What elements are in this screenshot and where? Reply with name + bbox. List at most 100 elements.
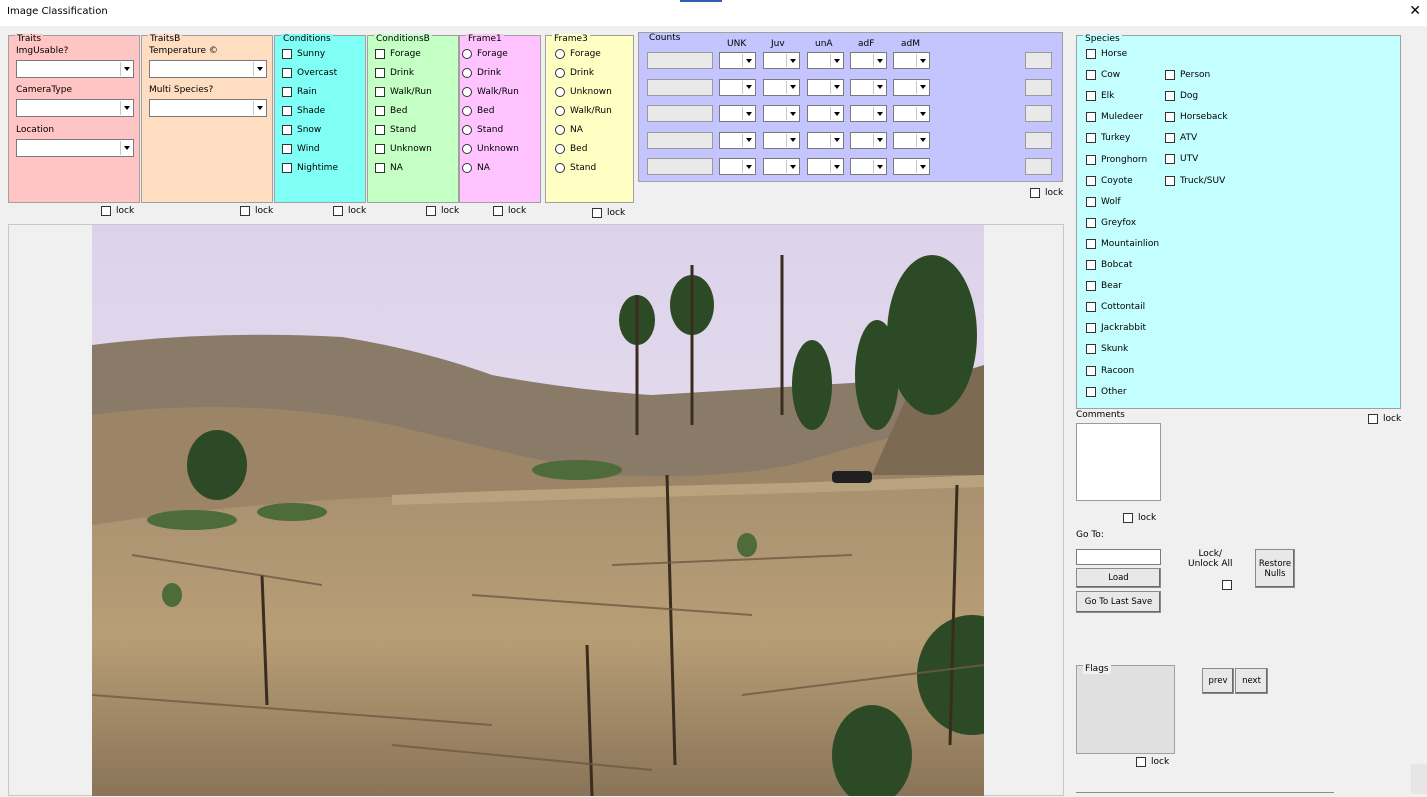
count-species-field[interactable] [647, 158, 713, 175]
radio-button[interactable] [462, 68, 472, 78]
count-species-field[interactable] [647, 52, 713, 69]
traitsb-lock[interactable]: lock [240, 206, 273, 216]
count-select[interactable] [850, 105, 887, 122]
checkbox[interactable] [1086, 302, 1096, 313]
count-select[interactable] [893, 131, 930, 149]
species-item[interactable]: Racoon [1086, 365, 1134, 376]
count-select[interactable] [763, 105, 800, 122]
checkbox[interactable] [1086, 112, 1096, 123]
checkbox[interactable] [101, 206, 111, 216]
species-item[interactable]: UTV [1165, 154, 1198, 165]
frame1-lock[interactable]: lock [493, 206, 526, 216]
count-select[interactable] [850, 131, 887, 149]
frame3-lock[interactable]: lock [592, 208, 625, 218]
frame1-item[interactable]: Stand [462, 125, 503, 135]
checkbox[interactable] [1086, 175, 1096, 186]
species-item[interactable]: Cottontail [1086, 302, 1145, 313]
checkbox[interactable] [1086, 133, 1096, 144]
count-select[interactable] [719, 105, 756, 122]
checkbox[interactable] [1086, 281, 1096, 292]
conditions-item[interactable]: Wind [282, 144, 320, 154]
species-item[interactable]: Bear [1086, 281, 1122, 292]
checkbox[interactable] [375, 125, 385, 135]
frame3-item[interactable]: Walk/Run [555, 106, 612, 116]
count-total-field[interactable] [1025, 78, 1052, 96]
radio-button[interactable] [555, 125, 565, 135]
species-item[interactable]: ATV [1165, 133, 1197, 144]
checkbox[interactable] [1086, 70, 1096, 81]
checkbox[interactable] [1086, 386, 1096, 397]
chevron-down-icon[interactable] [873, 107, 885, 120]
chevron-down-icon[interactable] [742, 107, 754, 120]
checkbox[interactable] [1086, 238, 1096, 249]
count-select[interactable] [763, 158, 800, 175]
checkbox[interactable] [592, 208, 602, 218]
frame3-item[interactable]: NA [555, 125, 583, 135]
count-select[interactable] [850, 78, 887, 96]
count-select[interactable] [763, 131, 800, 149]
frame3-item[interactable]: Unknown [555, 87, 612, 97]
count-select[interactable] [893, 52, 930, 69]
chevron-down-icon[interactable] [830, 54, 842, 67]
count-select[interactable] [763, 52, 800, 69]
checkbox[interactable] [1086, 260, 1096, 270]
checkbox[interactable] [1165, 112, 1175, 123]
species-item[interactable]: Elk [1086, 91, 1114, 102]
checkbox[interactable] [240, 206, 250, 216]
species-item[interactable]: Dog [1165, 91, 1198, 102]
radio-button[interactable] [555, 87, 565, 97]
checkbox[interactable] [1086, 196, 1096, 207]
chevron-down-icon[interactable] [742, 160, 754, 173]
frame3-item[interactable]: Drink [555, 68, 594, 78]
checkbox[interactable] [1136, 757, 1146, 767]
count-select[interactable] [807, 78, 844, 96]
counts-lock[interactable]: lock [1030, 188, 1063, 198]
chevron-down-icon[interactable] [830, 107, 842, 120]
temperature-select[interactable] [149, 60, 267, 78]
conditionsb-item[interactable]: Unknown [375, 144, 432, 154]
count-select[interactable] [807, 105, 844, 122]
count-select[interactable] [850, 158, 887, 175]
chevron-down-icon[interactable] [742, 54, 754, 67]
radio-button[interactable] [555, 106, 565, 116]
scrollbar-thumb[interactable] [680, 0, 722, 2]
conditions-item[interactable]: Snow [282, 125, 321, 135]
goto-input[interactable] [1076, 549, 1161, 565]
count-select[interactable] [807, 158, 844, 175]
count-select[interactable] [719, 158, 756, 175]
checkbox[interactable] [1165, 133, 1175, 144]
radio-button[interactable] [555, 68, 565, 78]
frame1-item[interactable]: Unknown [462, 144, 519, 154]
species-item[interactable]: Wolf [1086, 196, 1121, 207]
count-total-field[interactable] [1025, 105, 1052, 122]
chevron-down-icon[interactable] [830, 80, 842, 94]
species-item[interactable]: Other [1086, 386, 1127, 397]
radio-button[interactable] [462, 106, 472, 116]
next-button[interactable]: next [1235, 668, 1268, 694]
checkbox[interactable] [375, 68, 385, 78]
goto-last-save-button[interactable]: Go To Last Save [1076, 591, 1161, 613]
radio-button[interactable] [462, 144, 472, 154]
checkbox[interactable] [1086, 344, 1096, 355]
species-item[interactable]: Pronghorn [1086, 154, 1147, 165]
frame3-item[interactable]: Bed [555, 144, 587, 154]
checkbox[interactable] [282, 144, 292, 154]
radio-button[interactable] [462, 49, 472, 59]
load-button[interactable]: Load [1076, 568, 1161, 588]
count-select[interactable] [719, 52, 756, 69]
checkbox[interactable] [282, 125, 292, 135]
conditions-item[interactable]: Shade [282, 106, 325, 116]
count-species-field[interactable] [647, 78, 713, 96]
checkbox[interactable] [1086, 217, 1096, 228]
chevron-down-icon[interactable] [916, 160, 928, 173]
chevron-down-icon[interactable] [830, 133, 842, 147]
chevron-down-icon[interactable] [253, 62, 265, 76]
radio-button[interactable] [462, 87, 472, 97]
conditionsb-lock[interactable]: lock [426, 206, 459, 216]
checkbox[interactable] [1086, 365, 1096, 376]
checkbox[interactable] [1368, 414, 1378, 424]
count-total-field[interactable] [1025, 158, 1052, 175]
checkbox[interactable] [1086, 91, 1096, 102]
checkbox[interactable] [375, 144, 385, 154]
chevron-down-icon[interactable] [120, 62, 132, 76]
